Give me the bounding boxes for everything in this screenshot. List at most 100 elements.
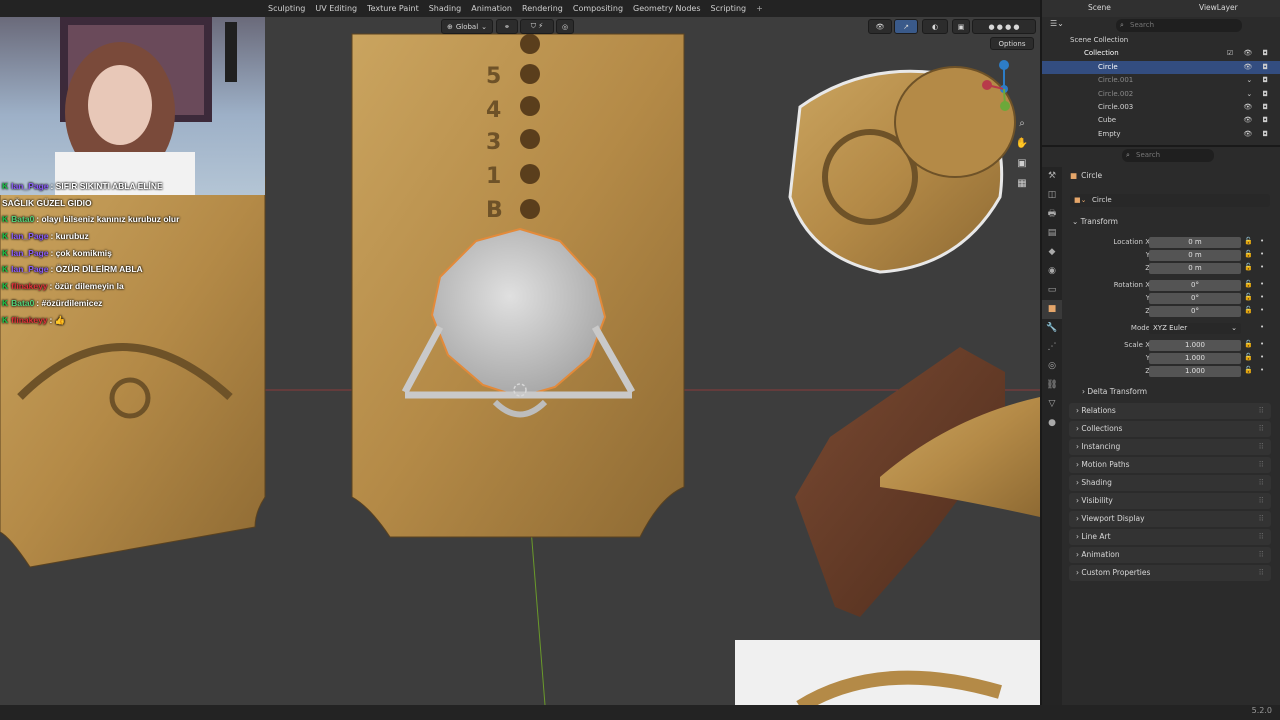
material-tab-icon[interactable]: ● bbox=[1042, 414, 1062, 433]
location-z-field[interactable]: 0 m bbox=[1149, 263, 1241, 274]
lock-icon[interactable]: 🔓 bbox=[1244, 280, 1253, 288]
tree-row-circle-002[interactable]: Circle.002 ⌄ ◘ bbox=[1042, 88, 1280, 101]
keyframe-dot-icon[interactable]: • bbox=[1260, 366, 1264, 374]
outliner-editor-type[interactable]: ☰⌄ bbox=[1050, 19, 1090, 32]
render-tab-icon[interactable]: ◫ bbox=[1042, 186, 1062, 205]
tab-rendering[interactable]: Rendering bbox=[517, 0, 568, 17]
proportional-edit-button[interactable]: ◎ bbox=[556, 19, 574, 34]
lock-icon[interactable]: 🔓 bbox=[1244, 366, 1253, 374]
drag-grip-icon[interactable]: ⠿ bbox=[1259, 457, 1266, 473]
panel-instancing[interactable]: › Instancing ⠿ bbox=[1069, 439, 1271, 455]
keyframe-dot-icon[interactable]: • bbox=[1260, 293, 1264, 301]
tab-shading[interactable]: Shading bbox=[424, 0, 467, 17]
visibility-icons[interactable]: ⌄ ◘ bbox=[1246, 74, 1272, 87]
world-tab-icon[interactable]: ◉ bbox=[1042, 262, 1062, 281]
3d-viewport[interactable]: 543 1B K Ian_Page: SIFIR SIKINTI ABLA E… bbox=[0, 17, 1040, 705]
scale-y-field[interactable]: 1.000 bbox=[1149, 353, 1241, 364]
tree-row-collection[interactable]: Collection ☑ 👁 ◘ bbox=[1042, 47, 1280, 60]
shading-mode-buttons[interactable]: ● ● ● ● bbox=[972, 19, 1036, 34]
tree-row-scene-collection[interactable]: Scene Collection bbox=[1042, 34, 1280, 47]
tab-animation[interactable]: Animation bbox=[466, 0, 517, 17]
object-name-field[interactable]: ■⌄ Circle bbox=[1070, 194, 1270, 207]
camera-icon[interactable]: ▣ bbox=[1014, 157, 1030, 171]
tab-geometry-nodes[interactable]: Geometry Nodes bbox=[628, 0, 705, 17]
drag-grip-icon[interactable]: ⠿ bbox=[1259, 421, 1266, 437]
view-layer-tab-icon[interactable]: ▤ bbox=[1042, 224, 1062, 243]
lock-icon[interactable]: 🔓 bbox=[1244, 237, 1253, 245]
tree-row-cube[interactable]: Cube 👁 ◘ bbox=[1042, 114, 1280, 127]
gizmo-toggle-button[interactable]: ↗ bbox=[894, 19, 918, 34]
tab-sculpting[interactable]: Sculpting bbox=[263, 0, 310, 17]
object-tab-icon[interactable]: ■ bbox=[1042, 300, 1062, 319]
tree-row-circle-001[interactable]: Circle.001 ⌄ ◘ bbox=[1042, 74, 1280, 87]
pan-hand-icon[interactable]: ✋ bbox=[1014, 137, 1030, 151]
drag-grip-icon[interactable]: ⠿ bbox=[1259, 475, 1266, 491]
rotation-y-field[interactable]: 0° bbox=[1149, 293, 1241, 304]
particles-tab-icon[interactable]: ⋰ bbox=[1042, 338, 1062, 357]
visibility-icons[interactable]: ☑ 👁 ◘ bbox=[1227, 47, 1272, 60]
panel-motion-paths[interactable]: › Motion Paths ⠿ bbox=[1069, 457, 1271, 473]
xray-toggle-button[interactable]: ▣ bbox=[952, 19, 970, 34]
keyframe-dot-icon[interactable]: • bbox=[1260, 237, 1264, 245]
scene-tab-icon[interactable]: ◆ bbox=[1042, 243, 1062, 262]
panel-shading[interactable]: › Shading ⠿ bbox=[1069, 475, 1271, 491]
tab-uv-editing[interactable]: UV Editing bbox=[310, 0, 362, 17]
output-tab-icon[interactable]: 🖶 bbox=[1042, 205, 1062, 224]
rotation-z-field[interactable]: 0° bbox=[1149, 306, 1241, 317]
drag-grip-icon[interactable]: ⠿ bbox=[1259, 565, 1266, 581]
lock-icon[interactable]: 🔓 bbox=[1244, 306, 1253, 314]
location-y-field[interactable]: 0 m bbox=[1149, 250, 1241, 261]
location-x-field[interactable]: 0 m bbox=[1149, 237, 1241, 248]
lock-icon[interactable]: 🔓 bbox=[1244, 340, 1253, 348]
scene-name[interactable]: Scene bbox=[1088, 3, 1111, 12]
visibility-icons[interactable]: 👁 ◘ bbox=[1243, 101, 1272, 114]
keyframe-dot-icon[interactable]: • bbox=[1260, 263, 1264, 271]
panel-custom-properties[interactable]: › Custom Properties ⠿ bbox=[1069, 565, 1271, 581]
lock-icon[interactable]: 🔓 bbox=[1244, 293, 1253, 301]
tab-compositing[interactable]: Compositing bbox=[568, 0, 628, 17]
keyframe-dot-icon[interactable]: • bbox=[1260, 353, 1264, 361]
tab-texture-paint[interactable]: Texture Paint bbox=[362, 0, 424, 17]
data-tab-icon[interactable]: ▽ bbox=[1042, 395, 1062, 414]
visibility-overlay-button[interactable]: 👁 bbox=[868, 19, 892, 34]
overlays-toggle-button[interactable]: ◐ bbox=[922, 19, 948, 34]
outliner-search-input[interactable]: ⌕ Search bbox=[1116, 19, 1242, 32]
visibility-icons[interactable]: ⌄ ◘ bbox=[1246, 88, 1272, 101]
keyframe-dot-icon[interactable]: • bbox=[1260, 250, 1264, 258]
navigation-gizmo[interactable] bbox=[982, 57, 1038, 113]
add-workspace-button[interactable]: + bbox=[751, 0, 768, 17]
drag-grip-icon[interactable]: ⠿ bbox=[1259, 403, 1266, 419]
tree-row-circle[interactable]: Circle 👁 ◘ bbox=[1042, 60, 1280, 75]
drag-grip-icon[interactable]: ⠿ bbox=[1259, 547, 1266, 563]
panel-collections[interactable]: › Collections ⠿ bbox=[1069, 421, 1271, 437]
constraints-tab-icon[interactable]: ⛓ bbox=[1042, 376, 1062, 395]
panel-relations[interactable]: › Relations ⠿ bbox=[1069, 403, 1271, 419]
zoom-icon[interactable]: ⌕ bbox=[1014, 117, 1030, 131]
tree-row-circle-003[interactable]: Circle.003 👁 ◘ bbox=[1042, 101, 1280, 114]
physics-tab-icon[interactable]: ◎ bbox=[1042, 357, 1062, 376]
tool-tab-icon[interactable]: ⚒ bbox=[1042, 167, 1062, 186]
rotation-mode-dropdown[interactable]: XYZ Euler ⌄ bbox=[1149, 323, 1241, 334]
visibility-icons[interactable]: 👁 ◘ bbox=[1243, 128, 1272, 141]
drag-grip-icon[interactable]: ⠿ bbox=[1259, 439, 1266, 455]
delta-transform-header[interactable]: › Delta Transform bbox=[1082, 387, 1147, 396]
modifiers-tab-icon[interactable]: 🔧 bbox=[1042, 319, 1062, 338]
keyframe-dot-icon[interactable]: • bbox=[1260, 280, 1264, 288]
view-layer-name[interactable]: ViewLayer bbox=[1199, 3, 1238, 12]
tree-row-empty[interactable]: Empty 👁 ◘ bbox=[1042, 128, 1280, 141]
collection-tab-icon[interactable]: ▭ bbox=[1042, 281, 1062, 300]
drag-grip-icon[interactable]: ⠿ bbox=[1259, 493, 1266, 509]
panel-line-art[interactable]: › Line Art ⠿ bbox=[1069, 529, 1271, 545]
lock-icon[interactable]: 🔓 bbox=[1244, 353, 1253, 361]
panel-viewport-display[interactable]: › Viewport Display ⠿ bbox=[1069, 511, 1271, 527]
panel-visibility[interactable]: › Visibility ⠿ bbox=[1069, 493, 1271, 509]
lock-icon[interactable]: 🔓 bbox=[1244, 250, 1253, 258]
perspective-grid-icon[interactable]: ▦ bbox=[1014, 177, 1030, 191]
keyframe-dot-icon[interactable]: • bbox=[1260, 340, 1264, 348]
drag-grip-icon[interactable]: ⠿ bbox=[1259, 511, 1266, 527]
snapping-button[interactable]: ⛉ ⚡ bbox=[520, 19, 554, 34]
panel-animation[interactable]: › Animation ⠿ bbox=[1069, 547, 1271, 563]
lock-icon[interactable]: 🔓 bbox=[1244, 263, 1253, 271]
visibility-icons[interactable]: 👁 ◘ bbox=[1243, 114, 1272, 127]
drag-grip-icon[interactable]: ⠿ bbox=[1259, 529, 1266, 545]
